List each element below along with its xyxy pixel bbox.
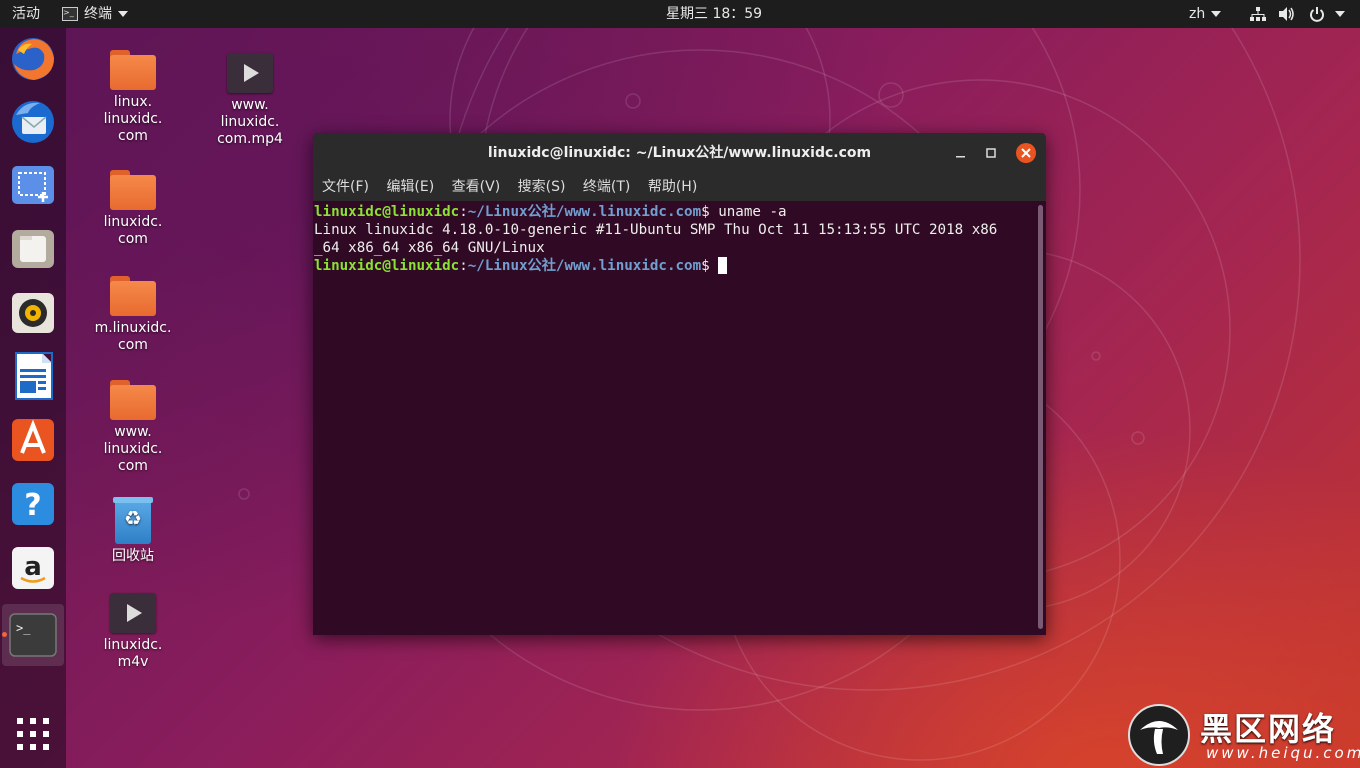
desktop-icon-label: 回收站 xyxy=(112,548,154,564)
watermark: 黑区网络 www.heiqu.com xyxy=(1128,702,1360,766)
command-text: uname -a xyxy=(709,204,787,220)
app-menu[interactable]: >_ 终端 xyxy=(62,0,128,28)
volume-icon xyxy=(1279,7,1295,21)
menu-terminal[interactable]: 终端(T) xyxy=(583,179,630,195)
desktop-icon-label: linuxidc. m4v xyxy=(103,637,163,670)
language-indicator[interactable]: zh xyxy=(1189,0,1222,28)
network-icon xyxy=(1250,7,1266,21)
prompt-user: linuxidc@linuxidc xyxy=(314,204,460,220)
desktop-trash[interactable]: ♻ 回收站 xyxy=(83,497,183,565)
desktop-folder-m-linuxidc-com[interactable]: m.linuxidc. com xyxy=(83,276,183,354)
software-center-icon xyxy=(12,419,54,461)
dock: ? a >_ xyxy=(0,28,66,768)
speaker-icon xyxy=(12,293,54,333)
dock-item-thunderbird[interactable] xyxy=(7,96,59,148)
dock-item-files[interactable] xyxy=(7,223,59,275)
prompt-path: ~/Linux公社/www.linuxidc.com xyxy=(467,204,702,220)
window-title: linuxidc@linuxidc: ~/Linux公社/www.linuxid… xyxy=(487,145,872,161)
minimize-button[interactable] xyxy=(951,143,971,163)
terminal-menubar: 文件(F) 编辑(E) 查看(V) 搜索(S) 终端(T) 帮助(H) xyxy=(313,173,1046,201)
output-line: Linux linuxidc 4.18.0-10-generic #11-Ubu… xyxy=(314,222,998,238)
language-label: zh xyxy=(1189,6,1206,22)
mushroom-logo-icon xyxy=(1140,721,1178,754)
dock-item-rhythmbox[interactable] xyxy=(7,287,59,339)
system-menu[interactable] xyxy=(1250,0,1346,28)
watermark-logo xyxy=(1128,704,1190,766)
text-cursor xyxy=(718,257,728,274)
power-icon xyxy=(1309,7,1324,22)
top-bar: 活动 >_ 终端 星期三 18：59 zh xyxy=(0,0,1360,28)
show-applications-button[interactable] xyxy=(7,708,59,760)
video-icon xyxy=(110,593,156,633)
app-menu-label: 终端 xyxy=(84,6,112,22)
menu-help[interactable]: 帮助(H) xyxy=(648,179,697,195)
minimize-icon xyxy=(956,156,965,158)
writer-icon xyxy=(15,352,53,400)
folder-icon xyxy=(110,380,156,420)
dock-item-amazon[interactable]: a xyxy=(7,542,59,594)
chevron-down-icon xyxy=(1335,11,1346,17)
desktop-video-m4v[interactable]: linuxidc. m4v xyxy=(83,593,183,671)
dock-item-help[interactable]: ? xyxy=(7,478,59,530)
desktop-folder-linux-linuxidc-com[interactable]: linux. linuxidc. com xyxy=(83,50,183,145)
desktop-icon-label: www. linuxidc. com.mp4 xyxy=(217,97,283,147)
scrollbar[interactable] xyxy=(1038,205,1043,629)
thunderbird-icon xyxy=(12,101,54,143)
watermark-url: www.heiqu.com xyxy=(1206,744,1360,762)
maximize-icon xyxy=(986,148,996,158)
dock-item-screenshot[interactable] xyxy=(7,159,59,211)
output-line: _64 x86_64 x86_64 GNU/Linux xyxy=(314,240,545,256)
terminal-titlebar[interactable]: linuxidc@linuxidc: ~/Linux公社/www.linuxid… xyxy=(313,133,1046,173)
chevron-down-icon xyxy=(118,11,128,17)
desktop-icon-label: www. linuxidc. com xyxy=(103,424,163,474)
svg-text:?: ? xyxy=(24,488,41,523)
prompt-path: ~/Linux公社/www.linuxidc.com xyxy=(467,258,702,274)
clock[interactable]: 星期三 18：59 xyxy=(666,0,762,28)
desktop-folder-www-linuxidc-com[interactable]: www. linuxidc. com xyxy=(83,380,183,475)
folder-icon xyxy=(110,50,156,90)
trash-icon: ♻ xyxy=(113,497,153,544)
folder-icon xyxy=(110,170,156,210)
close-icon xyxy=(1021,148,1031,158)
desktop-icon-label: linux. linuxidc. com xyxy=(103,94,163,144)
close-button[interactable] xyxy=(1016,143,1036,163)
desktop-icon-label: m.linuxidc. com xyxy=(94,320,172,353)
video-icon xyxy=(227,53,273,93)
desktop-icon-label: linuxidc. com xyxy=(103,214,163,247)
menu-view[interactable]: 查看(V) xyxy=(452,179,501,195)
terminal-icon: >_ xyxy=(9,613,57,657)
terminal-window: linuxidc@linuxidc: ~/Linux公社/www.linuxid… xyxy=(313,133,1046,635)
firefox-icon xyxy=(12,38,54,80)
terminal-mini-icon: >_ xyxy=(62,7,78,21)
screenshot-icon xyxy=(12,166,54,204)
folder-icon xyxy=(110,276,156,316)
desktop-folder-linuxidc-com[interactable]: linuxidc. com xyxy=(83,170,183,248)
amazon-icon: a xyxy=(12,547,54,589)
svg-text:a: a xyxy=(24,552,42,582)
prompt-user: linuxidc@linuxidc xyxy=(314,258,460,274)
menu-file[interactable]: 文件(F) xyxy=(322,179,369,195)
activities-button[interactable]: 活动 xyxy=(12,0,40,28)
svg-text:>_: >_ xyxy=(16,621,31,635)
maximize-button[interactable] xyxy=(981,143,1001,163)
help-icon: ? xyxy=(12,483,54,525)
desktop-video-mp4[interactable]: www. linuxidc. com.mp4 xyxy=(200,53,300,148)
dock-item-firefox[interactable] xyxy=(7,33,59,85)
menu-search[interactable]: 搜索(S) xyxy=(518,179,566,195)
files-icon xyxy=(12,230,54,268)
dock-item-writer[interactable] xyxy=(7,350,59,402)
dock-item-ubuntu-software[interactable] xyxy=(7,414,59,466)
chevron-down-icon xyxy=(1211,11,1222,17)
dock-item-terminal[interactable]: >_ xyxy=(2,604,64,666)
menu-edit[interactable]: 编辑(E) xyxy=(386,179,434,195)
app-grid-icon xyxy=(17,718,49,750)
terminal-content[interactable]: linuxidc@linuxidc:~/Linux公社/www.linuxidc… xyxy=(313,201,1038,635)
